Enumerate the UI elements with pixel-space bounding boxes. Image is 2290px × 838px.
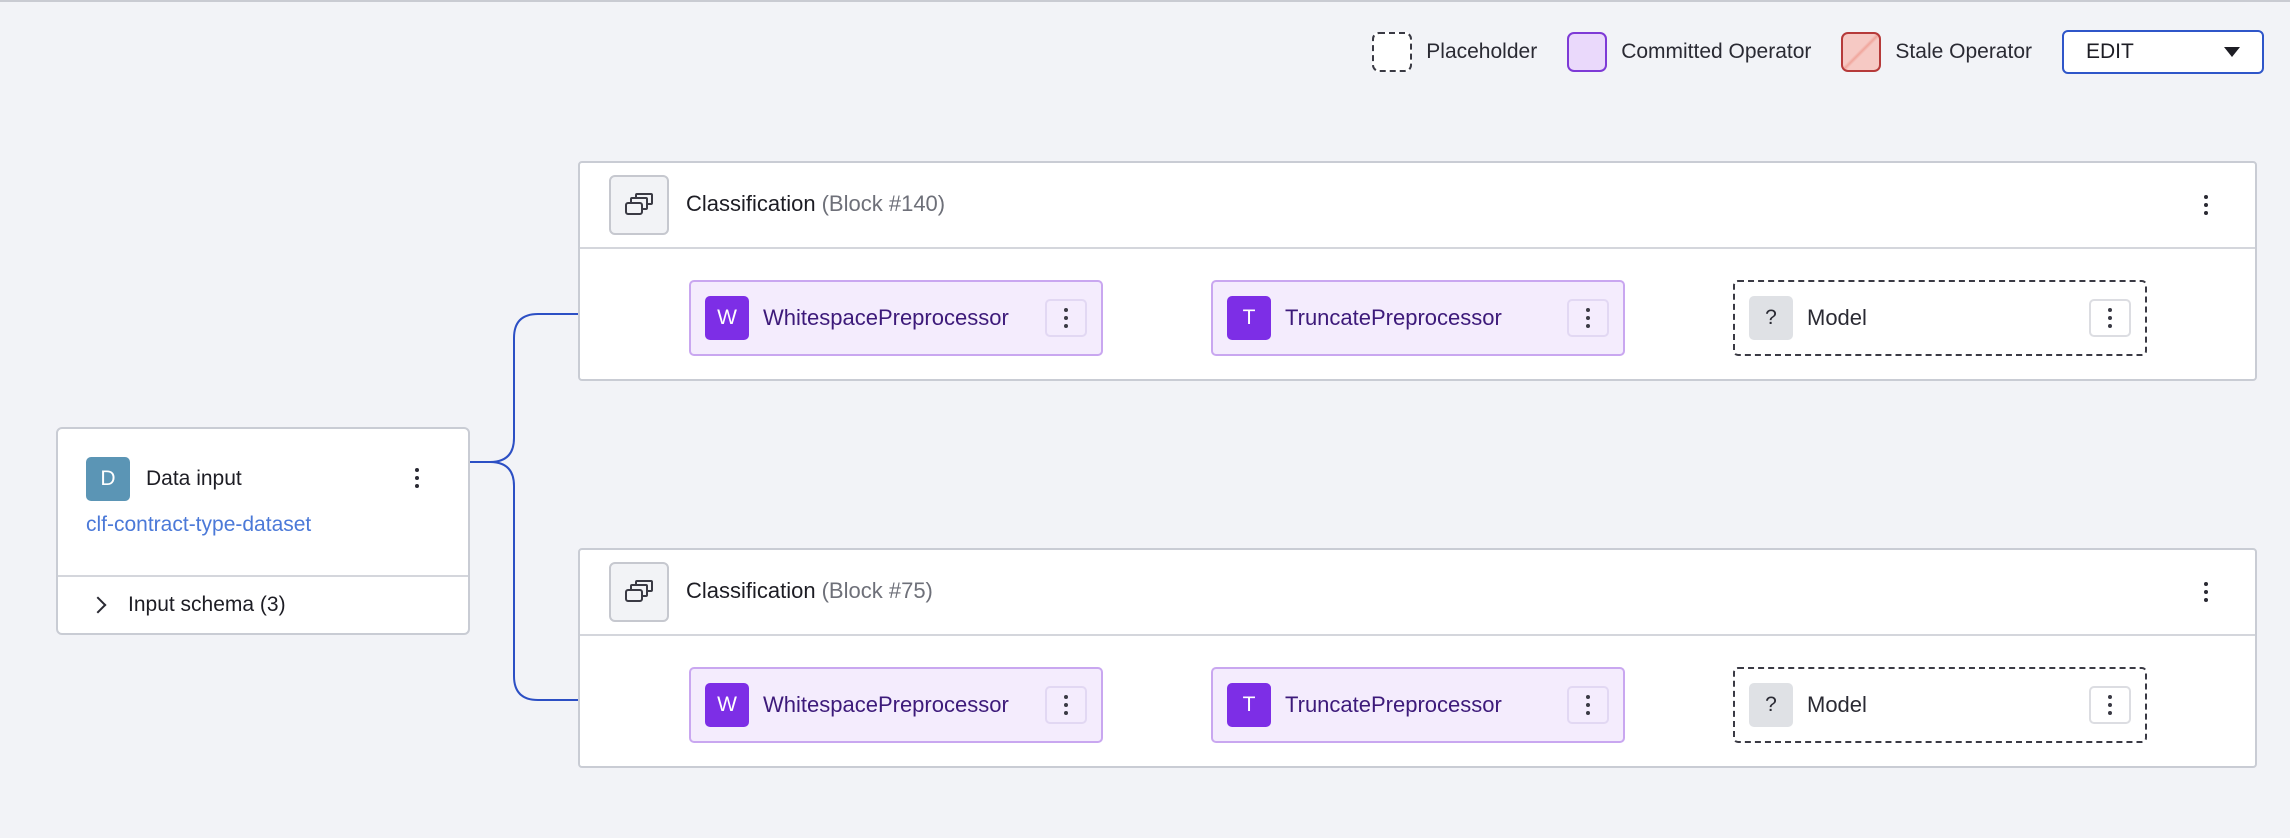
operator-model-placeholder[interactable]: ? Model [1733, 667, 2147, 743]
legend-committed-label: Committed Operator [1621, 40, 1812, 63]
operator-truncate-preprocessor[interactable]: T TruncatePreprocessor [1211, 280, 1625, 356]
block-title: Classification (Block #75) [686, 578, 933, 604]
stack-icon[interactable] [609, 562, 669, 622]
operator-label: WhitespacePreprocessor [763, 692, 1009, 717]
operator-menu-icon[interactable] [2089, 686, 2131, 724]
operator-label: TruncatePreprocessor [1285, 305, 1502, 330]
mode-select[interactable]: EDIT [2062, 30, 2264, 74]
operator-model-placeholder[interactable]: ? Model [1733, 280, 2147, 356]
classification-block-140: Classification (Block #140) W WhitespaceP… [578, 161, 2257, 381]
stack-icon[interactable] [609, 175, 669, 235]
committed-swatch [1567, 32, 1608, 72]
legend: Placeholder Committed Operator Stale Ope… [1372, 30, 2264, 74]
data-input-card[interactable]: D Data input clf-contract-type-dataset I… [56, 427, 470, 635]
caret-down-icon [2224, 47, 2240, 57]
operator-menu-icon[interactable] [1045, 299, 1087, 337]
operator-badge: T [1227, 683, 1271, 727]
operator-label: Model [1807, 305, 1867, 330]
block-name: Classification [686, 191, 816, 216]
block-menu-icon[interactable] [2191, 577, 2221, 607]
operator-badge: W [705, 683, 749, 727]
operator-label: Model [1807, 692, 1867, 717]
legend-committed: Committed Operator [1567, 32, 1811, 72]
operator-badge: ? [1749, 683, 1793, 727]
data-input-menu-icon[interactable] [402, 463, 432, 493]
block-title: Classification (Block #140) [686, 191, 945, 217]
operator-badge: T [1227, 296, 1271, 340]
operator-truncate-preprocessor[interactable]: T TruncatePreprocessor [1211, 667, 1625, 743]
legend-stale-label: Stale Operator [1895, 40, 2032, 63]
legend-placeholder: Placeholder [1372, 32, 1537, 72]
operator-menu-icon[interactable] [1567, 686, 1609, 724]
block-menu-icon[interactable] [2191, 190, 2221, 220]
data-input-header: D Data input [86, 457, 242, 501]
legend-stale: Stale Operator [1841, 32, 2032, 72]
top-border [0, 0, 2290, 2]
chevron-right-icon [89, 596, 107, 614]
placeholder-swatch [1372, 32, 1413, 72]
data-input-badge: D [86, 457, 130, 501]
block-header: Classification (Block #75) [580, 550, 2255, 636]
data-input-title: Data input [146, 467, 242, 490]
operator-menu-icon[interactable] [1045, 686, 1087, 724]
block-id: (Block #140) [821, 191, 946, 216]
operator-badge: ? [1749, 296, 1793, 340]
mode-select-value: EDIT [2086, 40, 2134, 63]
classification-block-75: Classification (Block #75) W WhitespacePr… [578, 548, 2257, 768]
operator-badge: W [705, 296, 749, 340]
dataset-link[interactable]: clf-contract-type-dataset [86, 513, 311, 537]
legend-placeholder-label: Placeholder [1426, 40, 1538, 63]
operator-label: WhitespacePreprocessor [763, 305, 1009, 330]
operator-whitespace-preprocessor[interactable]: W WhitespacePreprocessor [689, 667, 1103, 743]
operator-menu-icon[interactable] [2089, 299, 2131, 337]
operator-menu-icon[interactable] [1567, 299, 1609, 337]
block-id: (Block #75) [821, 578, 933, 603]
operator-label: TruncatePreprocessor [1285, 692, 1502, 717]
block-header: Classification (Block #140) [580, 163, 2255, 249]
operator-whitespace-preprocessor[interactable]: W WhitespacePreprocessor [689, 280, 1103, 356]
stale-swatch [1841, 32, 1882, 72]
input-schema-label: Input schema (3) [128, 593, 286, 616]
input-schema-toggle[interactable]: Input schema (3) [58, 577, 468, 633]
block-name: Classification [686, 578, 816, 603]
